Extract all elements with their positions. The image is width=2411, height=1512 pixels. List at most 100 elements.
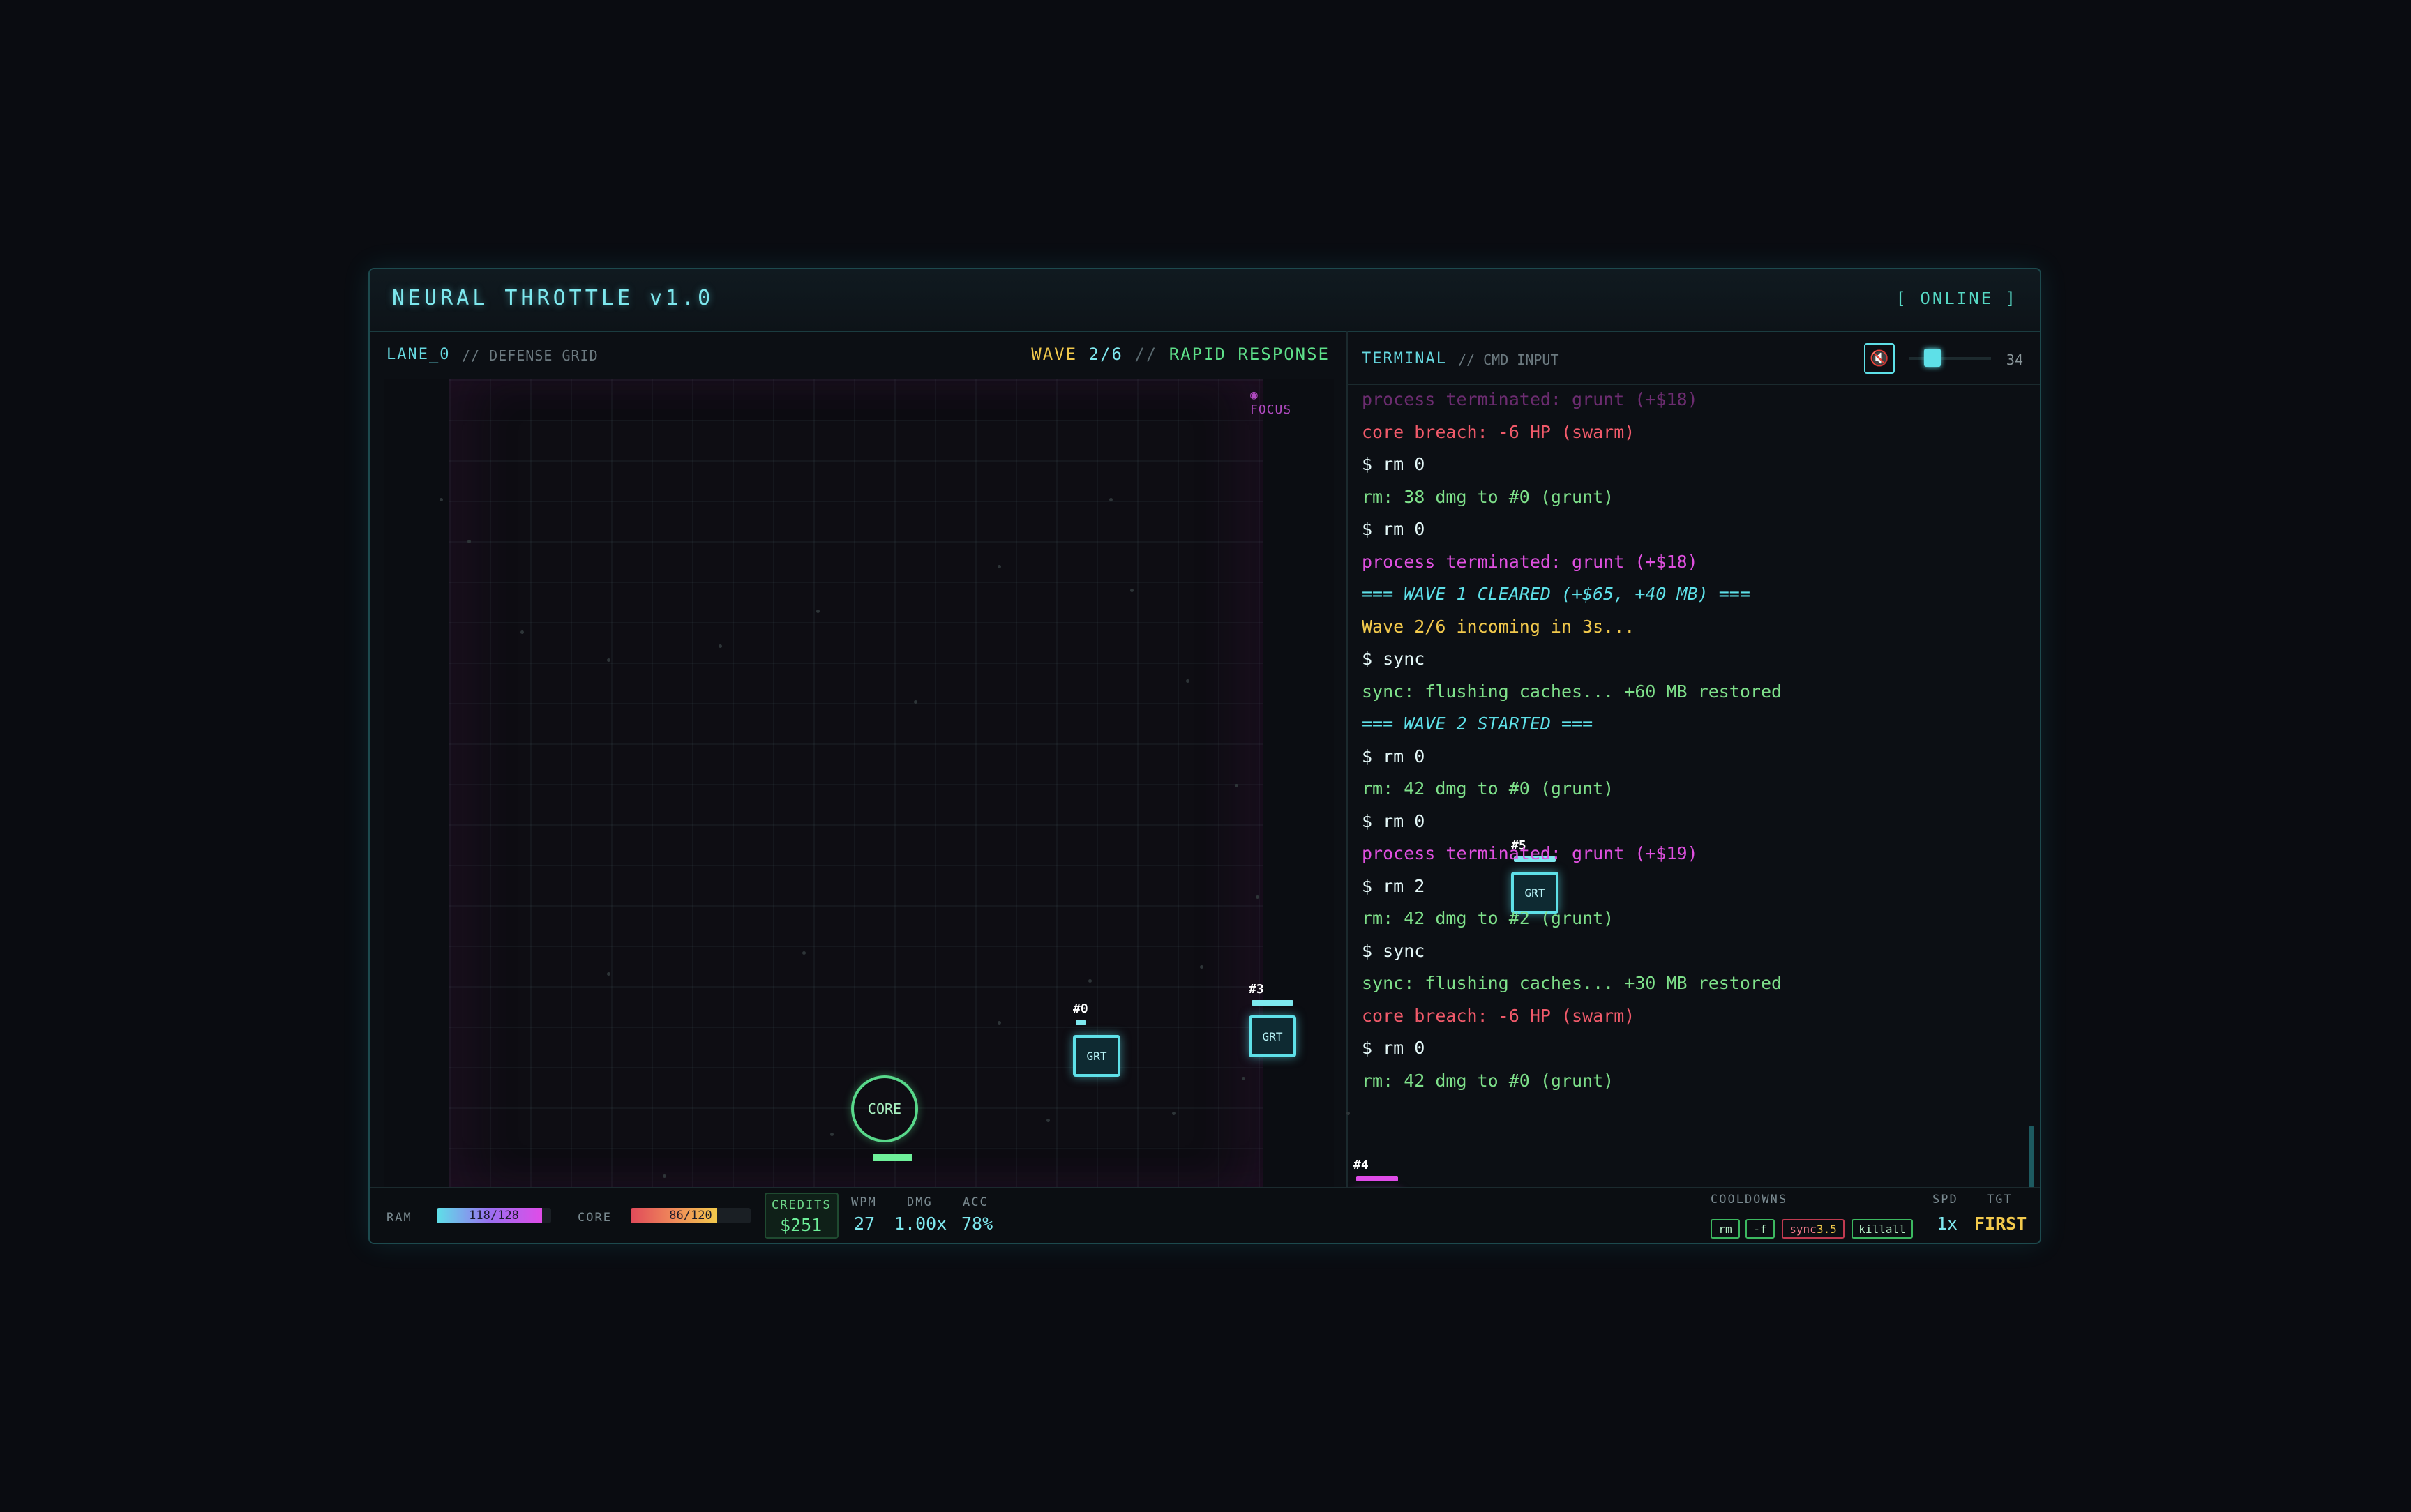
dmg-label: DMG <box>907 1195 933 1209</box>
volume-slider-track[interactable] <box>1909 357 1991 360</box>
cooldown-timer: 3.5 <box>1816 1222 1837 1236</box>
terminal-line: process terminated: grunt (+$18) <box>1362 389 1698 409</box>
credits-value: $251 <box>780 1215 823 1235</box>
volume-slider-handle[interactable] <box>1924 349 1941 367</box>
star <box>467 540 471 543</box>
star <box>520 630 524 634</box>
core-health-bar <box>873 1154 912 1161</box>
terminal-line: process terminated: grunt (+$18) <box>1362 551 1698 572</box>
terminal-line: rm: 42 dmg to #0 (grunt) <box>1362 1070 1614 1091</box>
game-window: NEURAL THROTTLE v1.0 [ ONLINE ] LANE_0 /… <box>368 268 2041 1244</box>
enemy-health-bar <box>1252 1000 1293 1006</box>
mute-icon[interactable]: 🔇 <box>1864 343 1895 374</box>
terminal-line: === WAVE 1 CLEARED (+$65, +40 MB) === <box>1362 584 1750 604</box>
terminal-line: rm: 42 dmg to #0 (grunt) <box>1362 778 1614 799</box>
star <box>1242 1077 1245 1080</box>
star <box>1109 498 1113 501</box>
ram-label: RAM <box>386 1211 412 1225</box>
terminal-line: $ rm 0 <box>1362 810 1425 831</box>
star <box>719 644 722 648</box>
ram-bar-text: 118/128 <box>469 1209 519 1223</box>
star <box>998 565 1001 568</box>
title-bar: NEURAL THROTTLE v1.0 [ ONLINE ] <box>370 269 2040 332</box>
core-label: CORE <box>578 1211 612 1225</box>
defense-grid[interactable]: ◉ FOCUS <box>384 379 1350 1187</box>
cooldown-label: rm <box>1718 1222 1732 1236</box>
tgt-value[interactable]: FIRST <box>1974 1214 2027 1234</box>
star <box>663 1174 666 1178</box>
star <box>1235 784 1238 787</box>
star <box>914 700 917 704</box>
terminal-log: process terminated: grunt (+$18) core bre… <box>1362 384 2018 1102</box>
status-bar: RAM 118/128 CORE 86/120 CREDITS $251 WPM… <box>370 1187 2040 1243</box>
terminal-line: $ rm 2 <box>1362 875 1425 896</box>
credits-box: CREDITS $251 <box>765 1193 839 1239</box>
wave-label: WAVE <box>1031 345 1078 364</box>
wpm-label: WPM <box>851 1195 877 1209</box>
star <box>1256 895 1259 899</box>
terminal-line: sync: flushing caches... +30 MB restored <box>1362 973 1782 993</box>
star <box>830 1133 834 1136</box>
volume-value: 34 <box>2006 351 2023 368</box>
wave-value: 2/6 <box>1088 345 1123 364</box>
terminal-line: Wave 2/6 incoming in 3s... <box>1362 616 1635 637</box>
grid-area: ◉ FOCUS <box>449 379 1291 1187</box>
core-bar: 86/120 <box>631 1208 751 1223</box>
lane-name: LANE_0 <box>386 346 451 363</box>
spd-value[interactable]: 1x <box>1937 1214 1958 1234</box>
lane-panel: LANE_0 // DEFENSE GRID WAVE 2/6 // RAPID… <box>370 331 1558 1233</box>
terminal-header: TERMINAL // CMD INPUT 🔇 34 <box>1346 331 2040 385</box>
cooldown-killall[interactable]: killall <box>1852 1219 1913 1239</box>
terminal-line: $ rm 0 <box>1362 454 1425 474</box>
star <box>607 972 610 976</box>
cooldown-sync[interactable]: sync 3.5 <box>1782 1219 1845 1239</box>
tgt-label: TGT <box>1987 1193 2013 1207</box>
cooldown-force[interactable]: -f <box>1745 1219 1775 1239</box>
star <box>1130 589 1134 592</box>
app-title: NEURAL THROTTLE v1.0 <box>392 286 714 310</box>
terminal-line: rm: 38 dmg to #0 (grunt) <box>1362 486 1614 507</box>
ram-bar: 118/128 <box>437 1208 551 1223</box>
cooldown-rm[interactable]: rm <box>1711 1219 1740 1239</box>
star <box>1186 679 1189 683</box>
core-node: CORE <box>851 1075 918 1142</box>
wave-info: WAVE 2/6 // RAPID RESPONSE <box>1031 345 1330 364</box>
spd-label: SPD <box>1932 1193 1958 1207</box>
cooldown-label: -f <box>1753 1222 1767 1236</box>
lane-header: LANE_0 // DEFENSE GRID WAVE 2/6 // RAPID… <box>370 331 1346 379</box>
terminal-line: $ sync <box>1362 940 1425 961</box>
enemy-body: GRT <box>1073 1035 1120 1077</box>
dmg-value: 1.00x <box>894 1214 947 1234</box>
cooldowns-label: COOLDOWNS <box>1711 1193 1788 1207</box>
acc-label: ACC <box>963 1195 989 1209</box>
terminal-title: TERMINAL <box>1362 350 1447 368</box>
star <box>440 498 443 501</box>
wpm-value: 27 <box>854 1214 876 1234</box>
star <box>998 1021 1001 1025</box>
lane-subtitle: // DEFENSE GRID <box>462 347 599 364</box>
core-bar-text: 86/120 <box>669 1209 712 1223</box>
status-badge: [ ONLINE ] <box>1895 289 2018 308</box>
star <box>1172 1112 1176 1115</box>
terminal-line: sync: flushing caches... +60 MB restored <box>1362 681 1782 702</box>
terminal-line: process terminated: grunt (+$19) <box>1362 843 1698 863</box>
star <box>607 658 610 662</box>
enemy-health-bar <box>1076 1020 1086 1025</box>
terminal-line: $ rm 0 <box>1362 519 1425 539</box>
star <box>802 951 806 955</box>
terminal-line: $ rm 0 <box>1362 746 1425 766</box>
terminal-line: core breach: -6 HP (swarm) <box>1362 1005 1635 1026</box>
terminal-line: core breach: -6 HP (swarm) <box>1362 421 1635 442</box>
terminal-subtitle: // CMD INPUT <box>1458 351 1559 368</box>
enemy-body: GRT <box>1249 1015 1296 1057</box>
star <box>1046 1119 1050 1122</box>
terminal-line: rm: 42 dmg to #2 (grunt) <box>1362 908 1614 928</box>
star <box>816 610 820 613</box>
credits-label: CREDITS <box>772 1198 832 1212</box>
terminal-line: $ rm 0 <box>1362 1038 1425 1058</box>
terminal-panel: TERMINAL // CMD INPUT 🔇 34 process termi… <box>1346 331 2040 1243</box>
star <box>1200 965 1203 969</box>
focus-indicator: ◉ FOCUS <box>1250 388 1292 417</box>
wave-name: RAPID RESPONSE <box>1169 345 1330 364</box>
cooldown-label: killall <box>1858 1222 1906 1236</box>
